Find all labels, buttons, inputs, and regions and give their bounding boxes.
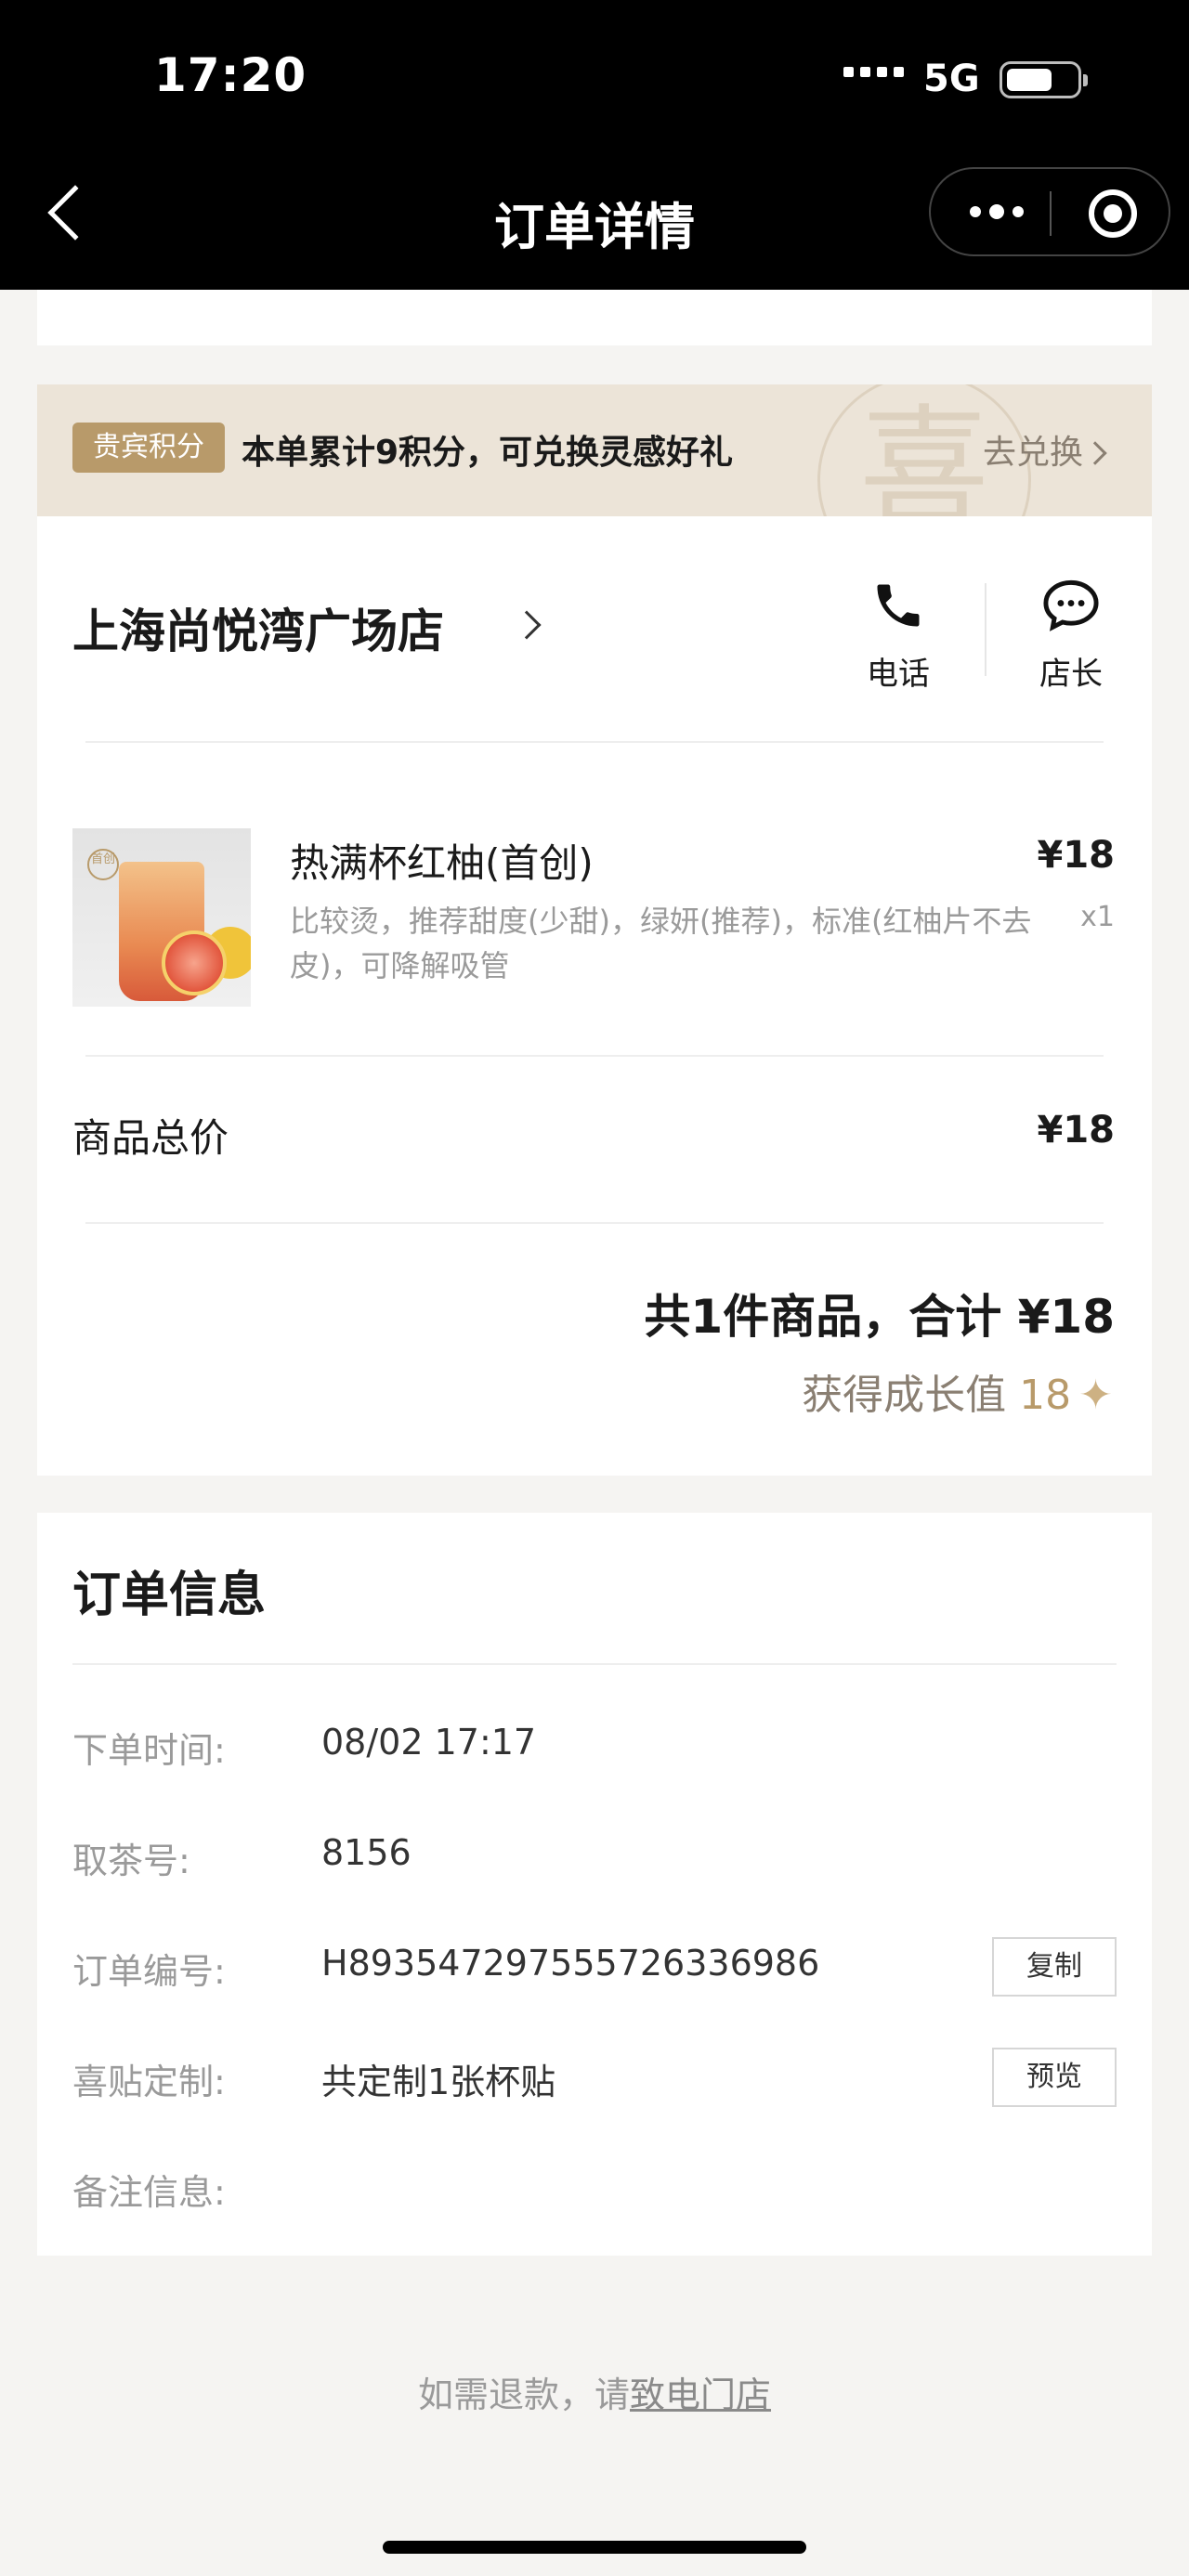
info-label: 订单编号: [72,1951,226,1992]
divider [85,741,1104,743]
network-type: 5G [923,58,980,100]
sticker-customization: 共定制1张杯贴 [321,2062,556,2102]
subtotal-label: 商品总价 [72,1115,229,1161]
signal-icon [843,67,904,77]
close-program-icon[interactable] [1089,189,1137,238]
call-store-button[interactable]: 电话 [847,578,949,694]
info-row-order-number: 订单编号: H893547297555726336986 复制 [72,1933,1117,1998]
order-info-card: 订单信息 下单时间: 08/02 17:17 取茶号: 8156 订单编号: H… [37,1513,1152,2256]
growth-value: 18 [1019,1372,1072,1419]
info-label: 取茶号: [72,1841,190,1881]
info-label: 喜贴定制: [72,2062,226,2102]
order-card: 上海尚悦湾广场店 电话 店长 首创 热满杯红柚(首创) 比较烫，推荐甜度(少甜)… [37,516,1152,1476]
points-text: 本单累计9积分，可兑换灵感好礼 [242,434,734,472]
product-image: 首创 [72,828,251,1007]
info-label: 下单时间: [72,1730,226,1771]
divider [72,1663,1117,1665]
product-options: 比较烫，推荐甜度(少甜)，绿妍(推荐)，标准(红柚片不去皮)，可降解吸管 [290,904,1032,983]
divider [85,1055,1104,1057]
contact-manager-button[interactable]: 店长 [1020,578,1122,694]
sparkle-icon: ✦ [1078,1372,1113,1419]
divider [985,583,986,676]
call-label: 电话 [867,656,930,693]
chevron-right-icon [1083,441,1107,465]
redeem-link[interactable]: 去兑换 [983,425,1107,474]
growth-label: 获得成长值 [802,1372,1007,1419]
phone-icon [877,584,920,627]
previous-card-edge [37,290,1152,345]
points-banner[interactable]: 喜 贵宾积分 本单累计9积分，可兑换灵感好礼 去兑换 [37,384,1152,516]
more-icon[interactable] [970,204,1024,219]
subtotal-value: ¥18 [1037,1109,1116,1151]
preview-button[interactable]: 预览 [992,2048,1117,2107]
growth-points: 获得成长值 18 ✦ [802,1361,1113,1421]
call-store-link[interactable]: 致电门店 [630,2374,771,2415]
redeem-link-label: 去兑换 [983,434,1084,472]
info-row-order-time: 下单时间: 08/02 17:17 [72,1712,1117,1777]
refund-text: 如需退款，请 [417,2374,630,2415]
order-info-title: 订单信息 [72,1568,267,1623]
top-bar: 17:20 5G 订单详情 [0,0,1189,290]
mini-program-capsule [929,167,1170,256]
order-time: 08/02 17:17 [321,1722,537,1763]
product-price: ¥18 [1037,834,1116,877]
info-row-pickup-number: 取茶号: 8156 [72,1823,1117,1888]
copy-button[interactable]: 复制 [992,1937,1117,1997]
pickup-number: 8156 [321,1832,412,1873]
battery-icon [1000,61,1088,98]
order-number: H893547297555726336986 [321,1943,820,1984]
status-time: 17:20 [154,48,307,102]
store-name[interactable]: 上海尚悦湾广场店 [72,594,444,661]
home-indicator[interactable] [383,2541,806,2554]
product-name: 热满杯红柚(首创) [290,840,594,886]
chevron-right-icon[interactable] [512,610,542,640]
info-row-remarks: 备注信息: [72,2154,1117,2219]
points-badge: 贵宾积分 [72,423,225,473]
order-total: 共1件商品，合计 ¥18 [644,1290,1115,1344]
refund-hint: 如需退款，请致电门店 [0,2366,1189,2417]
manager-label: 店长 [1039,656,1103,693]
info-row-sticker: 喜贴定制: 共定制1张杯贴 预览 [72,2044,1117,2109]
product-seal: 首创 [87,849,119,880]
chat-bubble-icon [1043,579,1099,631]
divider [85,1222,1104,1224]
product-quantity: x1 [1080,901,1115,933]
info-label: 备注信息: [72,2172,226,2213]
